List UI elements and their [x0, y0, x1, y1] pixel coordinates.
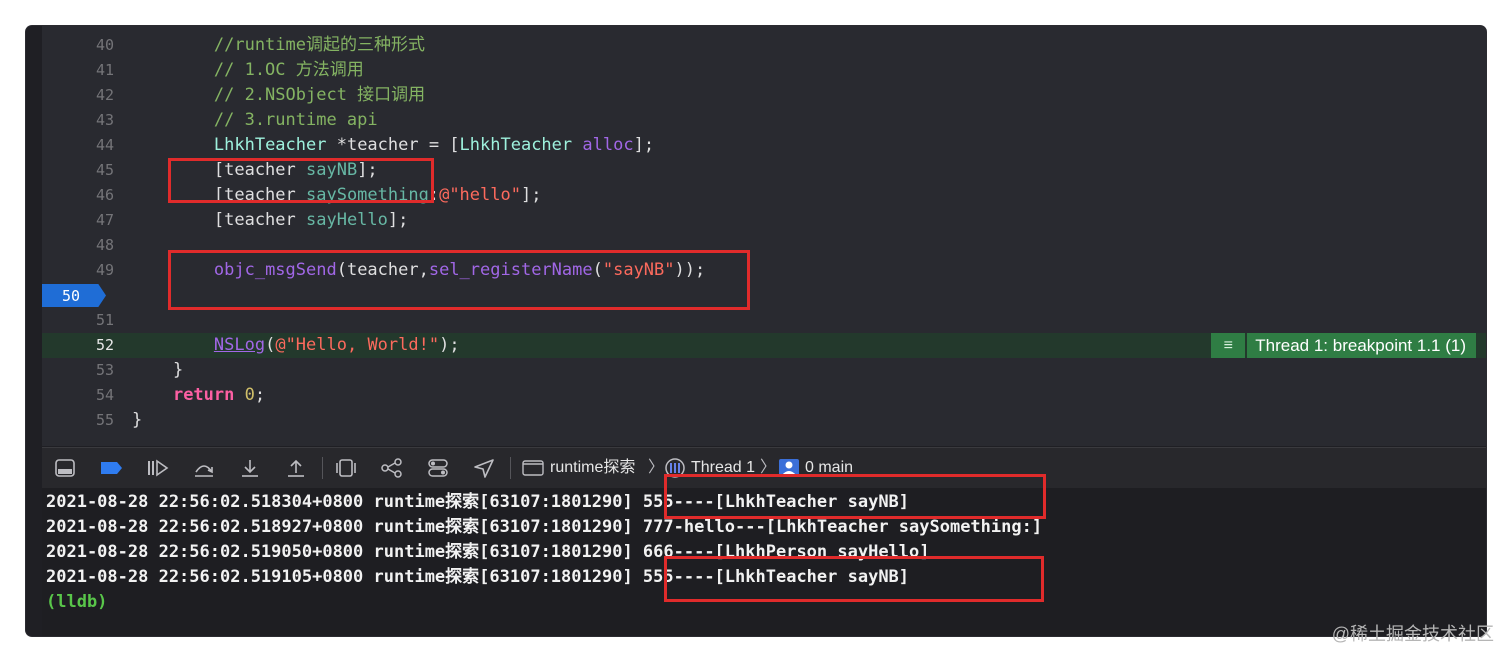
code-token: ); [439, 335, 460, 355]
code-token: sayHello [306, 210, 388, 230]
code-text: [teacher sayHello]; [132, 208, 409, 233]
thread-breakpoint-badge[interactable]: ≡ Thread 1: breakpoint 1.1 (1) [1211, 333, 1476, 358]
editor-gutter-strip [26, 26, 42, 446]
code-line-47[interactable]: 47 [teacher sayHello]; [42, 208, 1486, 233]
line-number[interactable]: 40 [62, 33, 114, 58]
code-text: NSLog(@"Hello, World!"); [132, 333, 460, 358]
code-token: NSLog [213, 335, 266, 355]
code-line-44[interactable]: 44 LhkhTeacher *teacher = [LhkhTeacher a… [42, 133, 1486, 158]
code-token: ( [265, 335, 276, 355]
toolbar-divider [510, 457, 511, 479]
app-target-icon [522, 458, 544, 478]
code-line-40[interactable]: 40 //runtime调起的三种形式 [42, 33, 1486, 58]
code-token: } [132, 410, 143, 430]
code-text: return 0; [132, 383, 265, 408]
view-hierarchy-icon[interactable] [334, 458, 356, 478]
line-number[interactable]: 52 [62, 333, 114, 358]
line-number[interactable]: 44 [62, 133, 114, 158]
line-number[interactable]: 45 [62, 158, 114, 183]
code-text: } [132, 358, 183, 383]
breadcrumb-chevron-icon: 〉 [648, 459, 665, 476]
annotation-box-console-output-2 [664, 556, 1044, 602]
watermark: @稀土掘金技术社区 [1331, 624, 1494, 644]
line-number[interactable]: 46 [62, 183, 114, 208]
code-token: LhkhTeacher [459, 135, 573, 155]
step-into-icon[interactable] [238, 458, 260, 478]
code-line-42[interactable]: 42 // 2.NSObject 接口调用 [42, 83, 1486, 108]
code-token: // 2.NSObject 接口调用 [132, 85, 426, 105]
line-number[interactable]: 54 [62, 383, 114, 408]
annotation-box-console-output-1 [664, 474, 1046, 519]
line-number[interactable]: 48 [62, 233, 114, 258]
code-token: // 3.runtime api [132, 110, 378, 130]
toolbar-divider [322, 457, 323, 479]
annotation-box-saynb-call [168, 158, 434, 203]
line-number[interactable]: 41 [62, 58, 114, 83]
code-line-43[interactable]: 43 // 3.runtime api [42, 108, 1486, 133]
code-line-51[interactable]: 51 [42, 308, 1486, 333]
code-line-41[interactable]: 41 // 1.OC 方法调用 [42, 58, 1486, 83]
environment-overrides-icon[interactable] [426, 458, 448, 478]
code-line-53[interactable]: 53 } [42, 358, 1486, 383]
code-token: return [172, 385, 235, 405]
line-number[interactable]: 47 [62, 208, 114, 233]
xcode-window: 40 //runtime调起的三种形式 41 // 1.OC 方法调用 42 // … [26, 26, 1486, 636]
simulate-location-icon[interactable] [472, 458, 494, 478]
step-over-icon[interactable] [192, 458, 214, 478]
breakpoint-marker[interactable]: 50 [42, 284, 106, 307]
code-token: //runtime调起的三种形式 [132, 35, 425, 55]
code-line-52[interactable]: 52 NSLog(@"Hello, World!"); ≡ Thread 1: br… [42, 333, 1486, 358]
code-token: ]; [520, 185, 542, 205]
code-token: ]; [387, 210, 409, 230]
code-token: *teacher = [ [326, 135, 460, 155]
line-number[interactable]: 42 [62, 83, 114, 108]
list-icon[interactable]: ≡ [1211, 333, 1246, 358]
line-number[interactable]: 55 [62, 408, 114, 433]
code-editor[interactable]: 40 //runtime调起的三种形式 41 // 1.OC 方法调用 42 // … [26, 26, 1486, 446]
code-token: ; [254, 385, 266, 405]
breadcrumb-target[interactable]: runtime探索 [550, 448, 635, 488]
code-token: 0 [244, 385, 255, 405]
code-token: ]; [633, 135, 655, 155]
line-number[interactable]: 43 [62, 108, 114, 133]
line-number: 50 [61, 287, 80, 305]
code-token: } [132, 360, 184, 380]
hide-debug-area-icon[interactable] [54, 458, 76, 478]
code-token: [teacher [132, 210, 306, 230]
line-number[interactable]: 53 [62, 358, 114, 383]
thread-badge-label: Thread 1: breakpoint 1.1 (1) [1247, 333, 1476, 358]
memory-graph-icon[interactable] [380, 458, 402, 478]
annotation-box-objc-msgsend [168, 250, 750, 310]
line-number[interactable]: 49 [62, 258, 114, 283]
continue-icon[interactable] [146, 458, 169, 478]
code-line-54[interactable]: 54 return 0; [42, 383, 1486, 408]
code-text: } [132, 408, 142, 433]
code-text: // 1.OC 方法调用 [132, 58, 364, 83]
code-token: // 1.OC 方法调用 [132, 60, 364, 80]
code-line-55[interactable]: 55} [42, 408, 1486, 433]
lldb-prompt[interactable]: (lldb) [46, 590, 107, 615]
code-token: alloc [582, 135, 634, 155]
code-token: @"hello" [439, 185, 521, 205]
code-token: @"Hello, World!" [275, 335, 440, 355]
code-text: //runtime调起的三种形式 [132, 33, 425, 58]
line-number[interactable]: 51 [62, 308, 114, 333]
code-token: LhkhTeacher [213, 135, 327, 155]
code-text: LhkhTeacher *teacher = [LhkhTeacher allo… [132, 133, 654, 158]
breakpoints-toggle-icon[interactable] [100, 458, 122, 478]
code-text: // 2.NSObject 接口调用 [132, 83, 425, 108]
step-out-icon[interactable] [284, 458, 306, 478]
code-text: // 3.runtime api [132, 108, 378, 133]
